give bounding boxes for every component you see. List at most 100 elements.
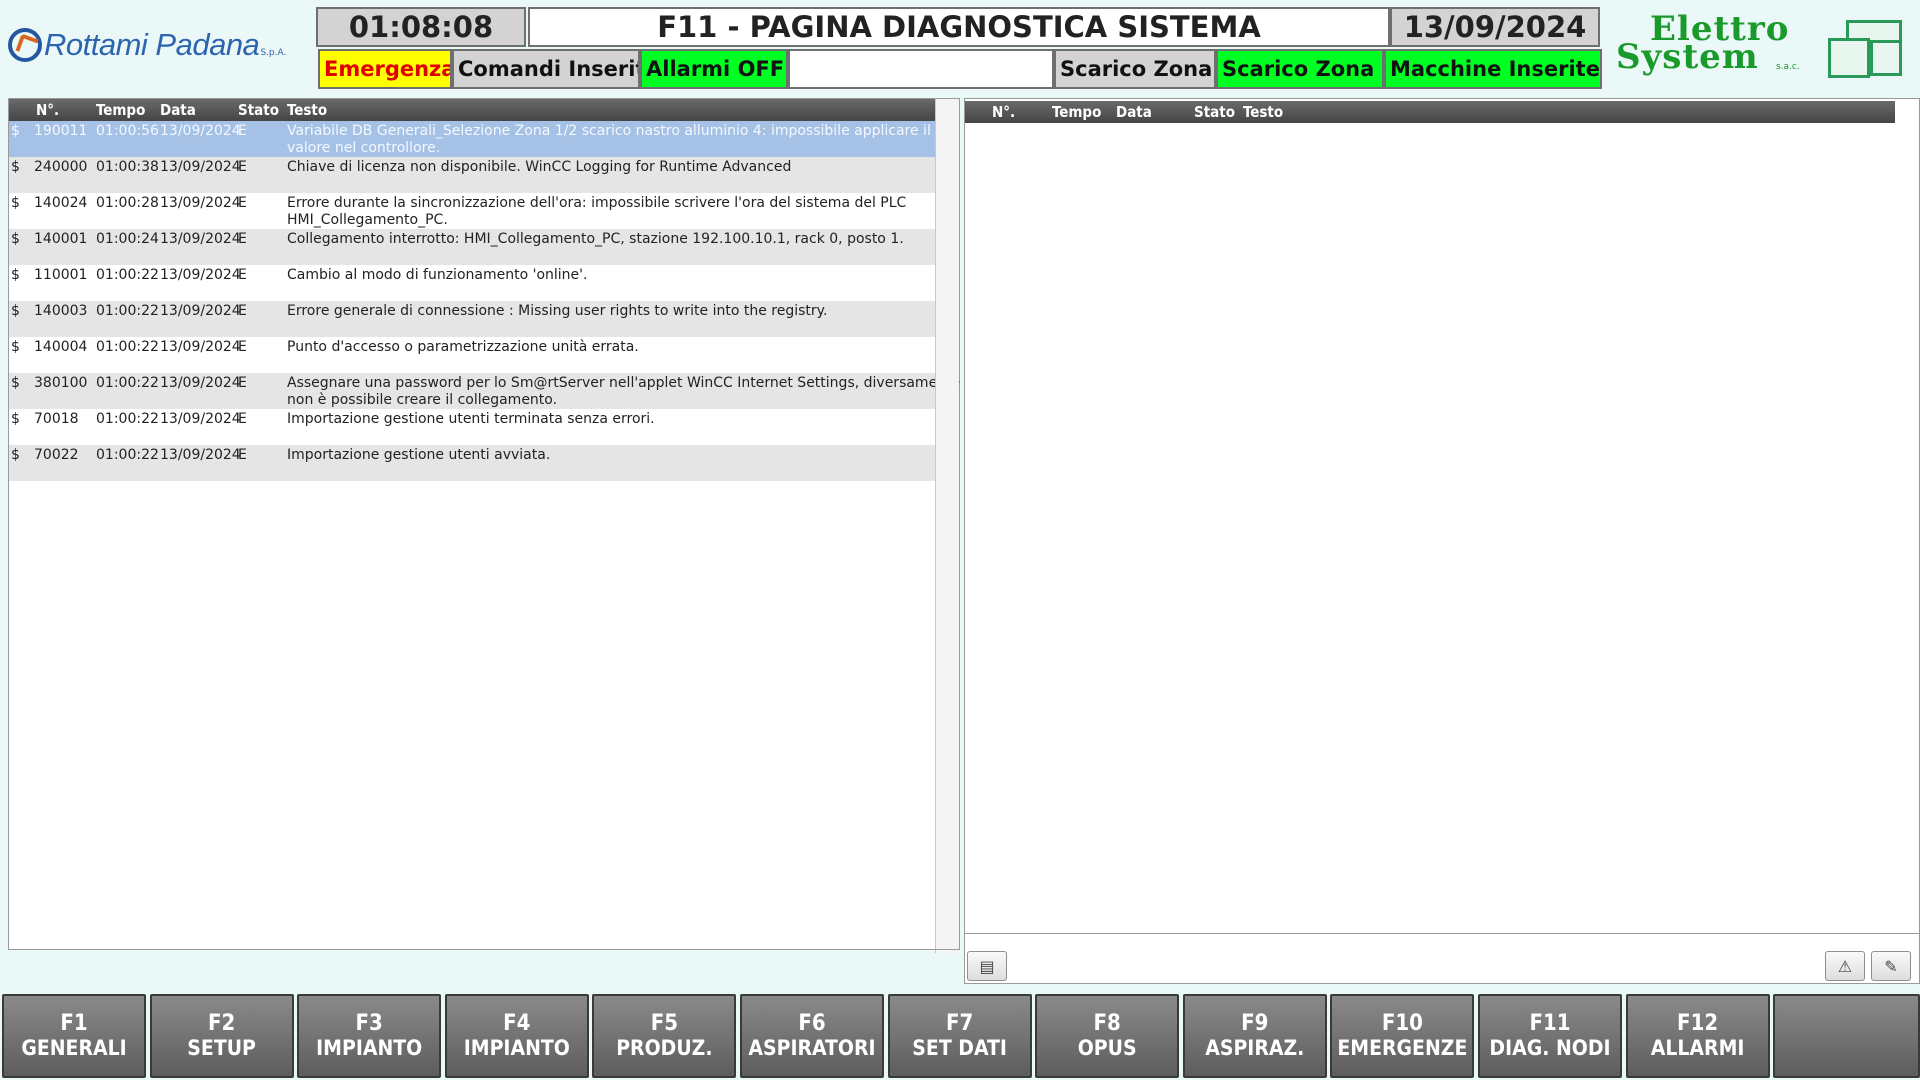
row-no: 70018 <box>34 411 79 427</box>
fkey-f12-button[interactable]: F12 ALLARMI <box>1625 994 1770 1078</box>
fkey-f5-button[interactable]: F5 PRODUZ. <box>592 994 737 1078</box>
row-stato: E <box>238 231 247 247</box>
fkey-number: F7 <box>945 1011 974 1036</box>
row-no: 140024 <box>34 195 88 211</box>
status-macchine-inserite: Macchine Inserite <box>1384 49 1602 89</box>
col-data[interactable]: Data <box>1116 103 1152 121</box>
fkey-f11-button[interactable]: F11 DIAG. NODI <box>1478 994 1622 1078</box>
fkey-f2-button[interactable]: F2 SETUP <box>149 994 294 1078</box>
fkey-number: F8 <box>1093 1011 1121 1036</box>
row-testo: Chiave di licenza non disponibile. WinCC… <box>287 159 792 175</box>
row-tempo: 01:00:22 <box>96 411 159 427</box>
table-row[interactable]: $110001 01:00:22 13/09/2024 E Cambio al modo… <box>9 265 935 301</box>
row-testo: Collegamento interrotto: HMI_Collegament… <box>287 231 904 247</box>
row-no: 380100 <box>34 375 88 391</box>
edit-button[interactable]: ✎ <box>1871 951 1911 981</box>
row-testo: Variabile DB Generali_Selezione Zona 1/2… <box>287 123 931 156</box>
diagnostic-alarm-view: N°. Tempo Data Stato Testo $190011 01:00:… <box>8 98 960 953</box>
row-no: 240000 <box>34 159 88 175</box>
fkey-f4-button[interactable]: F4 IMPIANTO <box>444 994 589 1078</box>
fkey-label: IMPIANTO <box>463 1036 570 1060</box>
col-stato[interactable]: Stato <box>1194 103 1235 121</box>
fkey-number: F11 <box>1529 1011 1571 1036</box>
function-key-bar: F1 GENERALI F2 SETUP F3 IMPIANTO F4 IMPIANTO F5 P… <box>0 992 1920 1080</box>
row-stato: E <box>238 195 247 211</box>
table-row[interactable]: $70018 01:00:22 13/09/2024 E Importazione ge… <box>9 409 935 445</box>
vertical-scrollbar[interactable] <box>935 99 959 953</box>
fkey-number: F12 <box>1677 1011 1719 1036</box>
col-testo[interactable]: Testo <box>1243 103 1283 121</box>
table-row[interactable]: $70022 01:00:22 13/09/2024 E Importazione ge… <box>9 445 935 481</box>
table-row[interactable]: $240000 01:00:38 13/09/2024 E Chiave di lice… <box>9 157 935 193</box>
fkey-label: SET DATI <box>912 1036 1007 1060</box>
row-data: 13/09/2024 <box>160 411 241 427</box>
fkey-label: ASPIRATORI <box>748 1036 876 1060</box>
alarm-rows: $190011 01:00:56 13/09/2024 E Variabile DB G… <box>9 121 960 481</box>
fkey-f8-button[interactable]: F8 OPUS <box>1035 994 1180 1078</box>
row-tempo: 01:00:22 <box>96 303 159 319</box>
row-icon: $ <box>11 447 20 463</box>
row-data: 13/09/2024 <box>160 267 241 283</box>
fkey-f10-button[interactable]: F10 EMERGENZE <box>1330 994 1475 1078</box>
info-text-button[interactable]: ▤ <box>967 951 1007 981</box>
row-stato: E <box>238 411 247 427</box>
row-data: 13/09/2024 <box>160 231 241 247</box>
fkey-f3-button[interactable]: F3 IMPIANTO <box>297 994 442 1078</box>
row-no: 110001 <box>34 267 88 283</box>
row-tempo: 01:00:22 <box>96 267 159 283</box>
fkey-f9-button[interactable]: F9 ASPIRAZ. <box>1182 994 1327 1078</box>
fkey-f6-button[interactable]: F6 ASPIRATORI <box>740 994 884 1078</box>
fkey-f1-button[interactable]: F1 GENERALI <box>2 994 146 1078</box>
row-testo: Errore generale di connessione : Missing… <box>287 303 828 319</box>
table-row[interactable]: $380100 01:00:22 13/09/2024 E Assegnare una … <box>9 373 960 409</box>
row-tempo: 01:00:22 <box>96 447 159 463</box>
row-icon: $ <box>11 195 20 211</box>
row-data: 13/09/2024 <box>160 303 241 319</box>
col-tempo[interactable]: Tempo <box>96 101 145 119</box>
fkey-label: PRODUZ. <box>616 1036 713 1060</box>
row-tempo: 01:00:28 <box>96 195 159 211</box>
row-icon: $ <box>11 267 20 283</box>
fkey-f7-button[interactable]: F7 SET DATI <box>887 994 1032 1078</box>
row-testo: Assegnare una password per lo Sm@rtServe… <box>287 375 961 408</box>
row-no: 190011 <box>34 123 88 139</box>
fkey-label: OPUS <box>1077 1036 1137 1060</box>
table-row[interactable]: $140003 01:00:22 13/09/2024 E Errore general… <box>9 301 935 337</box>
status-comandi-inseriti: Comandi Inseriti <box>452 49 640 89</box>
alarm-table-header: N°. Tempo Data Stato Testo <box>9 99 935 121</box>
col-no[interactable]: N°. <box>36 101 59 119</box>
edit-icon: ✎ <box>1884 956 1898 976</box>
rottami-padana-logo: Rottami Padana S.p.A. <box>8 22 312 68</box>
info-text-icon: ▤ <box>979 956 995 976</box>
diagnostic-buffer-view: N°. Tempo Data Stato Testo ▤ ⚠ ✎ <box>964 98 1920 984</box>
fkey-empty-button[interactable] <box>1773 994 1920 1078</box>
fkey-number: F6 <box>798 1011 826 1036</box>
fkey-label: ALLARMI <box>1650 1036 1745 1060</box>
toolbar-divider <box>965 933 1919 934</box>
row-data: 13/09/2024 <box>160 375 241 391</box>
col-stato[interactable]: Stato <box>238 101 279 119</box>
row-stato: E <box>238 375 247 391</box>
col-tempo[interactable]: Tempo <box>1052 103 1101 121</box>
table-row[interactable]: $140024 01:00:28 13/09/2024 E Errore durante… <box>9 193 935 229</box>
status-allarmi: Allarmi OFF <box>640 49 788 89</box>
row-tempo: 01:00:24 <box>96 231 159 247</box>
table-row[interactable]: $190011 01:00:56 13/09/2024 E Variabile DB G… <box>9 121 935 157</box>
elettro-system-logo: Elettro System s.a.c. <box>1614 10 1804 80</box>
row-stato: E <box>238 123 247 139</box>
col-testo[interactable]: Testo <box>287 101 327 119</box>
es-logo-line2: System <box>1616 37 1759 77</box>
row-stato: E <box>238 303 247 319</box>
row-data: 13/09/2024 <box>160 159 241 175</box>
fkey-label: ASPIRAZ. <box>1205 1036 1305 1060</box>
fkey-label: EMERGENZE <box>1337 1036 1468 1060</box>
status-empty <box>788 49 1054 89</box>
acknowledge-icon: ⚠ <box>1837 956 1853 976</box>
row-data: 13/09/2024 <box>160 339 241 355</box>
table-row[interactable]: $140004 01:00:22 13/09/2024 E Punto d'access… <box>9 337 935 373</box>
col-data[interactable]: Data <box>160 101 196 119</box>
table-row[interactable]: $140001 01:00:24 13/09/2024 E Collegamento i… <box>9 229 935 265</box>
acknowledge-button[interactable]: ⚠ <box>1825 951 1865 981</box>
rp-logo-name: Rottami Padana <box>44 27 260 62</box>
col-no[interactable]: N°. <box>992 103 1015 121</box>
